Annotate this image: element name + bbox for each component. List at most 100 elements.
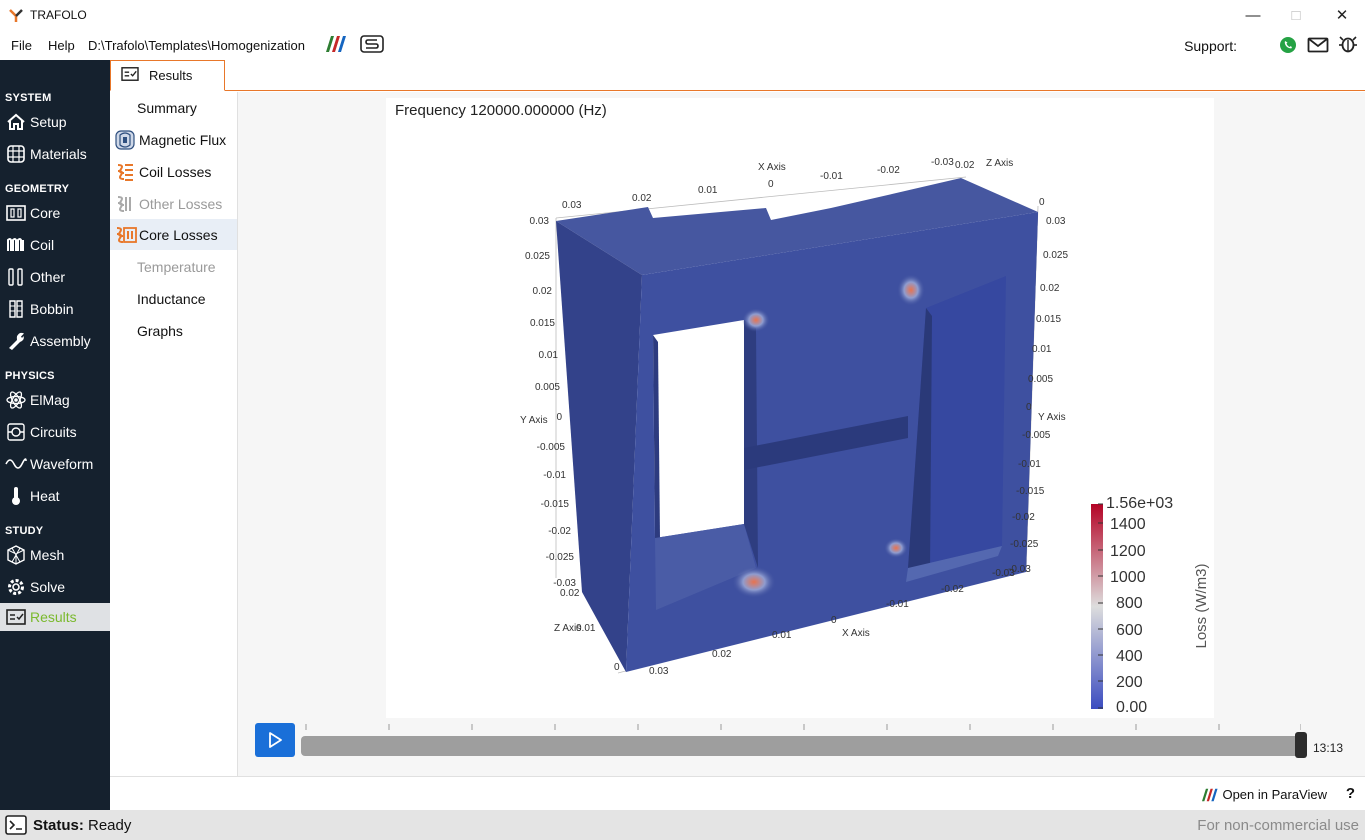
open-in-paraview-button[interactable]: Open in ParaView <box>1199 787 1327 802</box>
minimize-button[interactable]: — <box>1238 4 1268 26</box>
maximize-button[interactable]: □ <box>1281 4 1311 26</box>
play-button[interactable] <box>255 723 295 757</box>
mesh-icon <box>5 545 27 565</box>
status-bar: Status: Ready For non-commercial use <box>0 810 1365 840</box>
svg-text:0.025: 0.025 <box>1043 250 1068 261</box>
results-nav-inductance[interactable]: Inductance <box>110 283 237 314</box>
results-nav-label: Temperature <box>137 258 216 275</box>
window-title: TRAFOLO <box>30 8 87 22</box>
menu-file[interactable]: File <box>11 38 32 53</box>
sidebar-item-label: Other <box>30 269 66 285</box>
sidebar-item-label: Waveform <box>30 456 94 472</box>
menu-bar: File Help D:\Trafolo\Templates\Homogeniz… <box>0 30 1365 60</box>
x-axis-label-bottom: X Axis <box>842 628 870 639</box>
colorbar: 1.56e+03 1400 1200 1000 800 600 400 200 … <box>1091 495 1210 716</box>
svg-text:0: 0 <box>614 662 620 673</box>
colorbar-tick: 400 <box>1116 648 1143 665</box>
results-nav-coil-losses[interactable]: Coil Losses <box>110 156 237 187</box>
help-button[interactable]: ? <box>1346 785 1355 802</box>
sidebar-item-circuits[interactable]: Circuits <box>0 418 110 446</box>
timeline-slider-handle[interactable] <box>1295 732 1307 758</box>
svg-text:-0.015: -0.015 <box>1016 486 1045 497</box>
results-nav-other-losses[interactable]: Other Losses <box>110 188 237 219</box>
magnetic-flux-icon <box>115 129 137 150</box>
sidebar-item-label: Core <box>30 205 61 221</box>
timeline-slider[interactable] <box>301 736 1301 756</box>
sidebar-item-bobbin[interactable]: Bobbin <box>0 295 110 323</box>
sidebar-item-other[interactable]: Other <box>0 263 110 291</box>
results-nav-core-losses[interactable]: Core Losses <box>110 219 237 250</box>
svg-text:0.01: 0.01 <box>1032 344 1052 355</box>
mail-icon[interactable] <box>1307 36 1329 54</box>
wrench-icon <box>5 331 27 351</box>
svg-text:0.015: 0.015 <box>530 318 555 329</box>
whatsapp-icon[interactable] <box>1279 36 1297 54</box>
status-label: Status: <box>33 817 84 834</box>
gear-icon <box>5 577 27 597</box>
svg-text:-0.015: -0.015 <box>541 499 570 510</box>
tab-bar: Results <box>110 60 1365 91</box>
close-icon: ✕ <box>1335 7 1349 24</box>
results-main-panel: Frequency 120000.000000 (Hz) X Axis Y Ax… <box>238 92 1365 776</box>
y-axis-label-left: Y Axis <box>520 415 548 426</box>
svg-text:-0.03: -0.03 <box>992 568 1015 579</box>
sidebar-section-geometry: GEOMETRY <box>5 183 70 195</box>
core-losses-render[interactable]: X Axis Y Axis Y Axis Z Axis Z Axis X Axi… <box>386 98 1214 718</box>
console-icon[interactable] <box>5 815 27 835</box>
sidebar-section-study: STUDY <box>5 525 44 537</box>
sidebar-item-label: Results <box>30 609 77 625</box>
results-nav-label: Other Losses <box>139 195 223 212</box>
sidebar-item-core[interactable]: Core <box>0 199 110 227</box>
close-button[interactable]: ✕ <box>1327 4 1357 26</box>
results-nav-magnetic-flux[interactable]: Magnetic Flux <box>110 124 237 155</box>
timeline-ticks <box>305 724 1301 730</box>
other-losses-icon <box>115 194 137 214</box>
svg-text:-0.01: -0.01 <box>820 171 843 182</box>
sidebar-item-mesh[interactable]: Mesh <box>0 541 110 569</box>
svg-text:0.01: 0.01 <box>698 185 718 196</box>
minimize-icon: — <box>1245 6 1261 24</box>
svg-text:-0.03: -0.03 <box>931 157 954 168</box>
tab-results[interactable]: Results <box>110 60 225 91</box>
results-nav-graphs[interactable]: Graphs <box>110 315 237 346</box>
svg-text:0.02: 0.02 <box>533 286 553 297</box>
y-axis-label-right: Y Axis <box>1038 412 1066 423</box>
sidebar-item-waveform[interactable]: Waveform <box>0 450 110 478</box>
svg-text:0.03: 0.03 <box>649 666 669 677</box>
sidebar-item-coil[interactable]: Coil <box>0 231 110 259</box>
grid-icon <box>5 144 27 164</box>
results-nav-label: Graphs <box>137 322 183 339</box>
sidebar-item-assembly[interactable]: Assembly <box>0 327 110 355</box>
sidebar-item-solve[interactable]: Solve <box>0 573 110 601</box>
svg-text:-0.02: -0.02 <box>877 165 900 176</box>
z-axis-label-top: Z Axis <box>986 158 1013 169</box>
svg-text:0: 0 <box>831 615 837 626</box>
sidebar-item-elmag[interactable]: ElMag <box>0 386 110 414</box>
results-icon <box>5 607 27 627</box>
paraview-icon[interactable] <box>323 35 347 53</box>
sidebar-item-heat[interactable]: Heat <box>0 482 110 510</box>
svg-text:0: 0 <box>556 412 562 423</box>
script-icon[interactable] <box>360 34 384 54</box>
sidebar-item-results[interactable]: Results <box>0 603 110 631</box>
sidebar-item-materials[interactable]: Materials <box>0 140 110 168</box>
results-nav-summary[interactable]: Summary <box>110 92 237 123</box>
colorbar-tick: 0.00 <box>1116 699 1147 716</box>
home-icon <box>5 112 27 132</box>
colorbar-max-label: 1.56e+03 <box>1106 495 1173 512</box>
results-nav-temperature[interactable]: Temperature <box>110 251 237 282</box>
3d-viewer[interactable]: Frequency 120000.000000 (Hz) X Axis Y Ax… <box>386 98 1214 718</box>
open-in-paraview-label: Open in ParaView <box>1222 787 1327 802</box>
sidebar-item-label: Coil <box>30 237 55 253</box>
sidebar-item-setup[interactable]: Setup <box>0 108 110 136</box>
project-path: D:\Trafolo\Templates\Homogenization <box>88 38 306 53</box>
results-nav-label: Coil Losses <box>139 163 212 180</box>
sidebar-item-label: Assembly <box>30 333 91 349</box>
results-nav-label: Magnetic Flux <box>139 131 227 148</box>
menu-help[interactable]: Help <box>48 38 75 53</box>
colorbar-tick: 800 <box>1116 595 1143 612</box>
wave-icon <box>5 454 27 474</box>
license-notice: For non-commercial use <box>1197 817 1359 834</box>
play-icon <box>269 732 282 748</box>
bug-report-icon[interactable] <box>1338 34 1358 54</box>
